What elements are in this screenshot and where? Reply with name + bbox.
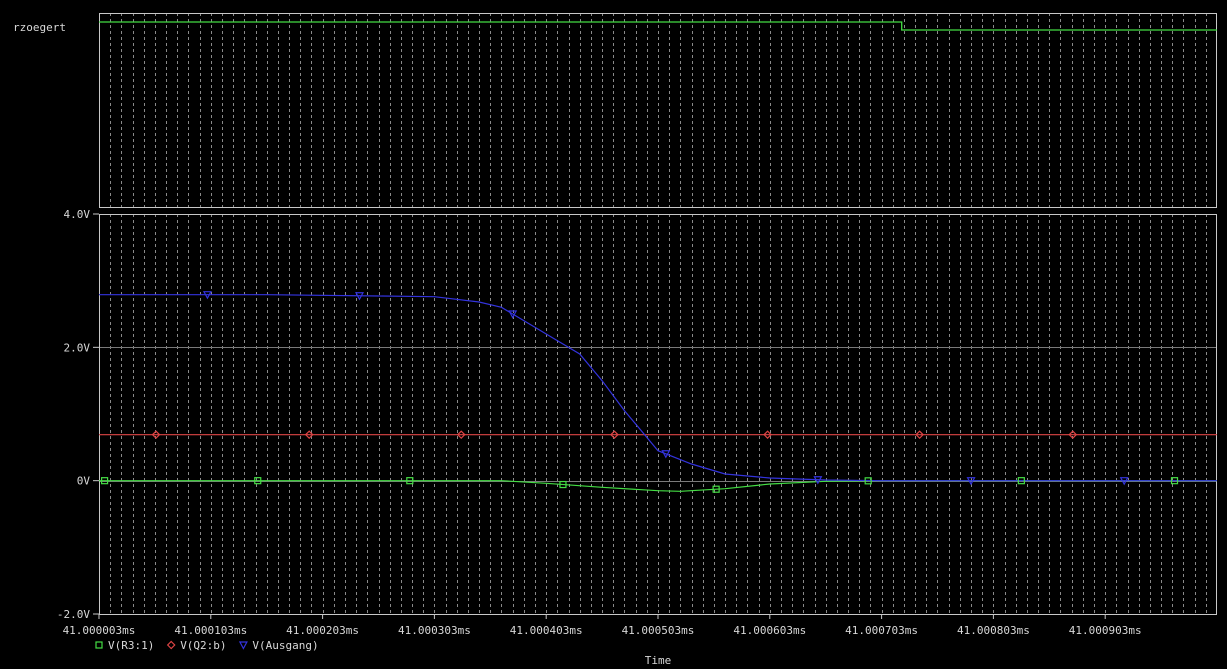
digital-panel-label: rzoegert bbox=[13, 21, 66, 34]
x-tick-label: 41.000103ms bbox=[174, 624, 247, 637]
legend-label: V(R3:1) bbox=[108, 639, 154, 652]
x-tick-label: 41.000003ms bbox=[63, 624, 136, 637]
axis-labels: 4.0V 2.0V 0V -2.0V 41.000003ms 41.000103ms 41.… bbox=[57, 208, 1142, 637]
legend[interactable]: V(R3:1) V(Q2:b) V(Ausgang) bbox=[95, 639, 319, 652]
x-axis-title: Time bbox=[645, 654, 672, 667]
x-tick-label: 41.000303ms bbox=[398, 624, 471, 637]
y-tick-label: -2.0V bbox=[57, 608, 90, 621]
x-tick-label: 41.000803ms bbox=[957, 624, 1030, 637]
legend-marker-V(Ausgang) bbox=[238, 641, 248, 650]
y-tick-label: 2.0V bbox=[64, 341, 91, 354]
legend-label: V(Q2:b) bbox=[180, 639, 226, 652]
x-tick-label: 41.000403ms bbox=[510, 624, 583, 637]
x-tick-label: 41.000703ms bbox=[845, 624, 918, 637]
legend-entry-V(R3:1)[interactable]: V(R3:1) bbox=[95, 639, 154, 652]
x-tick-label: 41.000903ms bbox=[1069, 624, 1142, 637]
probe-plot: 4.0V 2.0V 0V -2.0V 41.000003ms 41.000103ms 41.… bbox=[13, 13, 1217, 667]
y-tick-label: 4.0V bbox=[64, 208, 91, 221]
legend-entry-V(Q2:b)[interactable]: V(Q2:b) bbox=[166, 639, 227, 652]
grid bbox=[99, 13, 1217, 614]
legend-entry-V(Ausgang)[interactable]: V(Ausgang) bbox=[238, 639, 319, 652]
y-tick-label: 0V bbox=[77, 475, 91, 488]
legend-label: V(Ausgang) bbox=[252, 639, 318, 652]
legend-marker-V(Q2:b) bbox=[166, 640, 176, 650]
legend-marker-V(R3:1) bbox=[95, 641, 103, 649]
x-tick-label: 41.000203ms bbox=[286, 624, 359, 637]
x-tick-label: 41.000603ms bbox=[733, 624, 806, 637]
x-tick-label: 41.000503ms bbox=[622, 624, 695, 637]
